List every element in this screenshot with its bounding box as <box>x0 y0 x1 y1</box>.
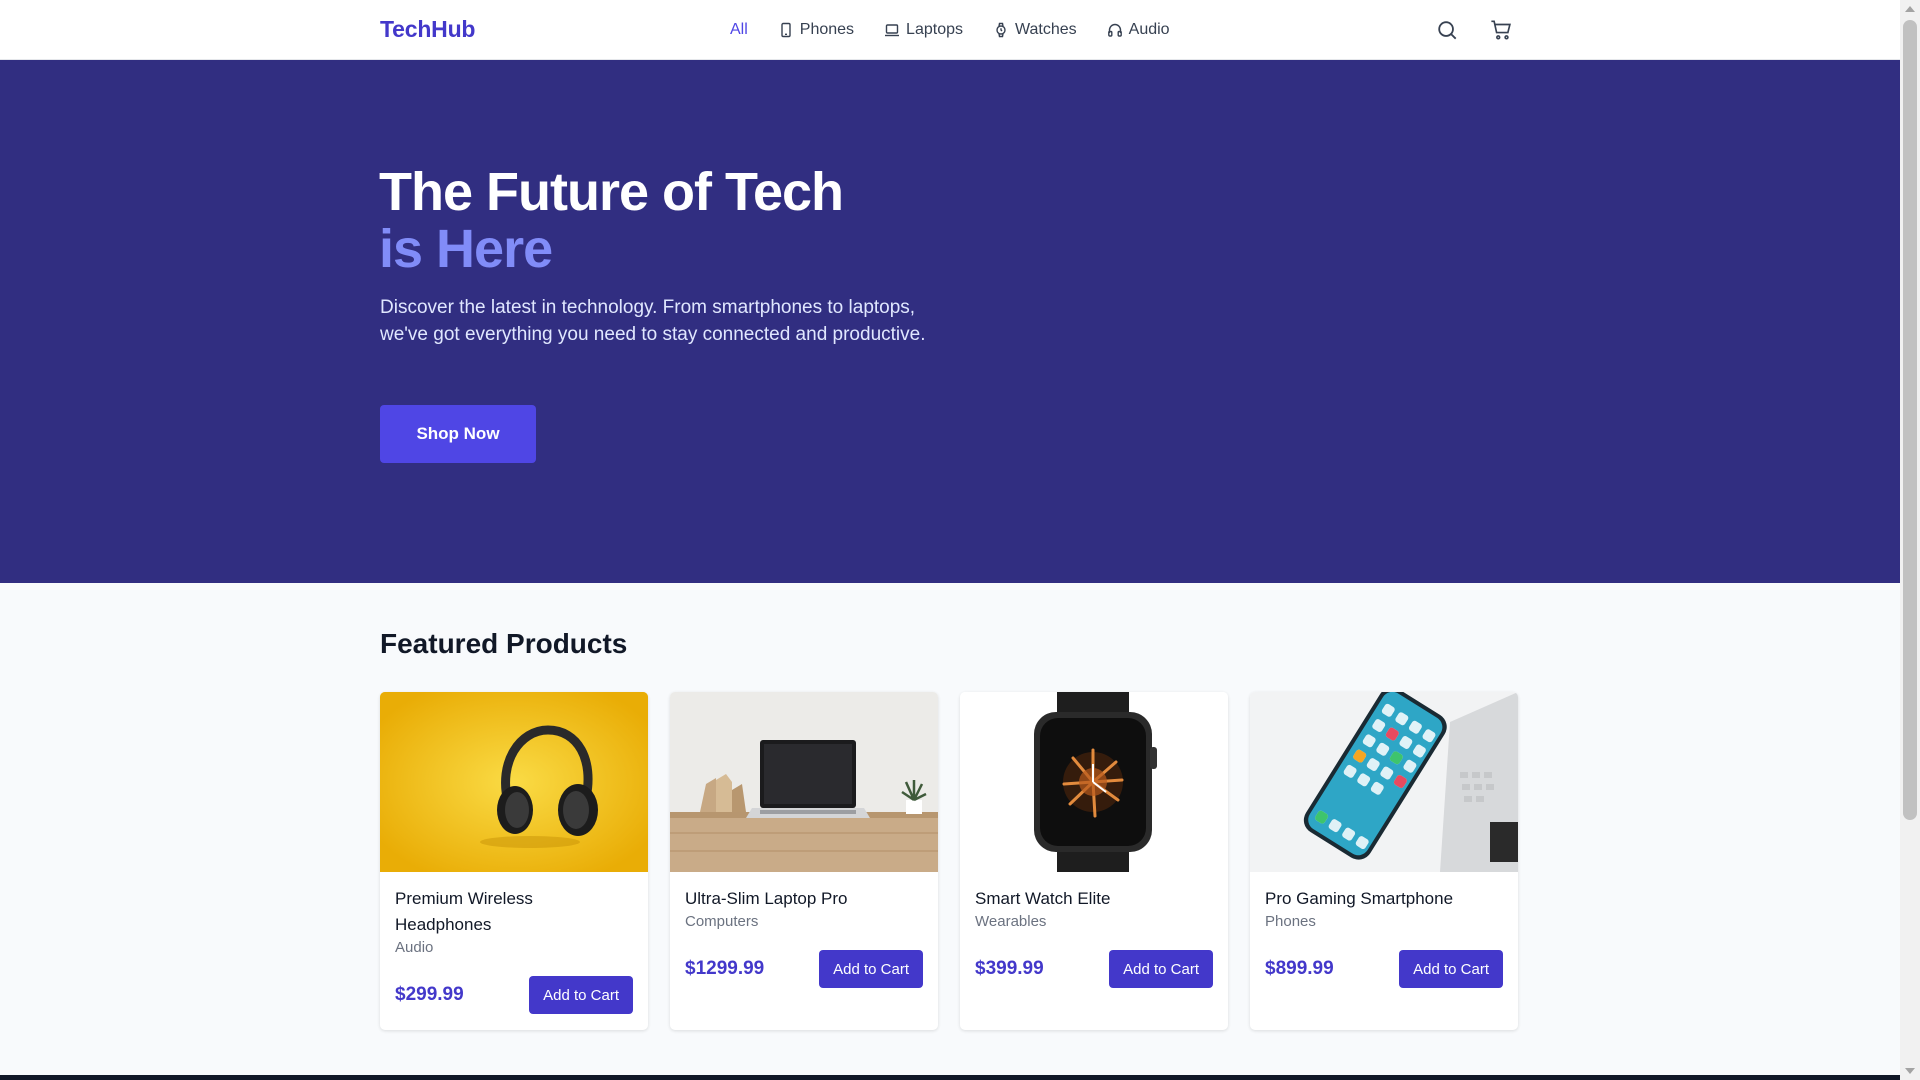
product-info: Premium Wireless Headphones Audio $299.9… <box>380 872 648 1030</box>
nav-item-label: Audio <box>1128 21 1170 38</box>
logo[interactable]: TechHub <box>380 16 475 43</box>
scroll-up-icon[interactable] <box>1905 6 1915 12</box>
cart-icon <box>1491 20 1511 40</box>
site-header: TechHub All Phones Laptops Watches Audio <box>0 0 1900 60</box>
product-category: Computers <box>685 913 759 930</box>
product-price: $399.99 <box>975 958 1044 979</box>
scrollbar-thumb[interactable] <box>1903 20 1917 820</box>
phone-icon <box>781 22 791 38</box>
vertical-scrollbar[interactable] <box>1900 0 1920 1080</box>
nav-item-watches[interactable]: Watches <box>993 21 1077 39</box>
hero-title-line1: The Future of Tech <box>379 162 844 222</box>
add-to-cart-button[interactable]: Add to Cart <box>529 976 633 1014</box>
product-category: Audio <box>395 939 434 956</box>
add-to-cart-button[interactable]: Add to Cart <box>1399 950 1503 988</box>
hero-title: The Future of Tech is Here <box>379 162 844 279</box>
nav-item-label: Phones <box>799 21 855 38</box>
scroll-down-icon[interactable] <box>1905 1068 1915 1074</box>
nav-item-audio[interactable]: Audio <box>1107 21 1170 39</box>
product-image-smartphone[interactable] <box>1250 692 1518 872</box>
product-name[interactable]: Pro Gaming Smartphone <box>1265 886 1503 912</box>
laptop-icon <box>885 24 900 37</box>
header-actions <box>1435 18 1513 42</box>
product-card[interactable]: Premium Wireless Headphones Audio $299.9… <box>380 692 648 1030</box>
product-grid: Premium Wireless Headphones Audio $299.9… <box>380 692 1518 1030</box>
product-name[interactable]: Premium Wireless Headphones <box>395 886 633 938</box>
page: TechHub All Phones Laptops Watches Audio <box>0 0 1900 1080</box>
product-info: Smart Watch Elite Wearables $399.99 Add … <box>960 872 1228 1030</box>
nav-item-label: Laptops <box>906 21 963 38</box>
product-info: Ultra-Slim Laptop Pro Computers $1299.99… <box>670 872 938 1030</box>
section-title: Featured Products <box>380 628 628 659</box>
product-card[interactable]: Smart Watch Elite Wearables $399.99 Add … <box>960 692 1228 1030</box>
add-to-cart-button[interactable]: Add to Cart <box>819 950 923 988</box>
category-nav: All Phones Laptops Watches Audio <box>730 0 1170 60</box>
product-price: $299.99 <box>395 984 464 1005</box>
product-card[interactable]: Pro Gaming Smartphone Phones $899.99 Add… <box>1250 692 1518 1030</box>
product-name[interactable]: Smart Watch Elite <box>975 886 1213 912</box>
product-image-headphones[interactable] <box>380 692 648 872</box>
nav-item-phones[interactable]: Phones <box>778 21 854 39</box>
hero-title-line2: is Here <box>379 219 553 279</box>
nav-item-label: Watches <box>1014 21 1077 38</box>
product-card[interactable]: Ultra-Slim Laptop Pro Computers $1299.99… <box>670 692 938 1030</box>
product-name[interactable]: Ultra-Slim Laptop Pro <box>685 886 923 912</box>
nav-item-laptops[interactable]: Laptops <box>884 21 963 39</box>
headphones-icon <box>1107 23 1122 37</box>
product-price: $899.99 <box>1265 958 1334 979</box>
hero-banner: The Future of Tech is Here Discover the … <box>0 60 1900 583</box>
search-icon <box>1438 21 1457 40</box>
product-footer: $299.99 Add to Cart <box>395 976 633 1014</box>
product-price: $1299.99 <box>685 958 765 979</box>
footer-edge <box>0 1075 1900 1080</box>
hero-description: Discover the latest in technology. From … <box>380 297 926 345</box>
watch-icon <box>996 22 1006 38</box>
product-image-watch[interactable] <box>960 692 1228 872</box>
product-category: Wearables <box>975 913 1047 930</box>
product-image-laptop[interactable] <box>670 692 938 872</box>
product-category: Phones <box>1265 913 1316 930</box>
cart-button[interactable] <box>1489 18 1513 42</box>
shop-now-button[interactable]: Shop Now <box>380 405 536 463</box>
product-info: Pro Gaming Smartphone Phones $899.99 Add… <box>1250 872 1518 1030</box>
search-button[interactable] <box>1435 18 1459 42</box>
product-footer: $1299.99 Add to Cart <box>685 950 923 988</box>
add-to-cart-button[interactable]: Add to Cart <box>1109 950 1213 988</box>
nav-item-all[interactable]: All <box>730 21 748 39</box>
product-footer: $399.99 Add to Cart <box>975 950 1213 988</box>
product-footer: $899.99 Add to Cart <box>1265 950 1503 988</box>
nav-item-label: All <box>730 21 748 38</box>
